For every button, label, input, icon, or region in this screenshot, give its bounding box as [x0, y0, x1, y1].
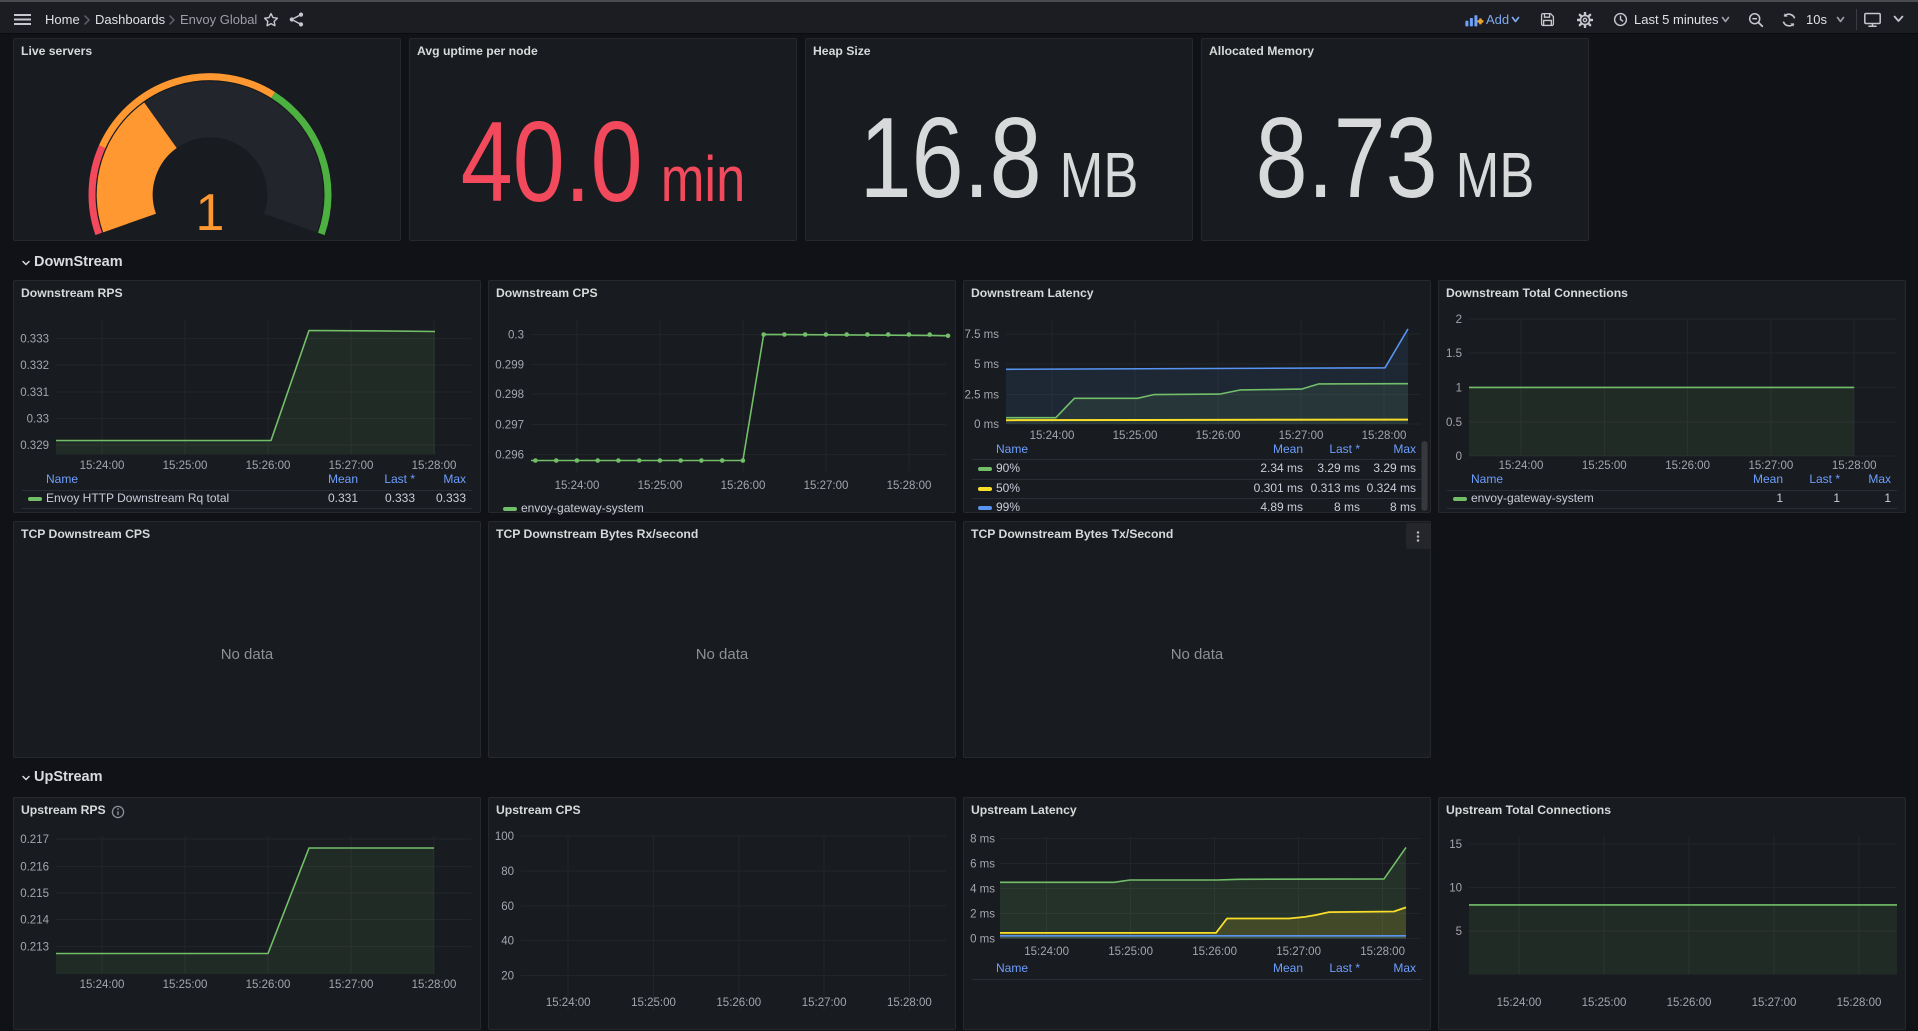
- svg-text:0.296: 0.296: [495, 449, 524, 461]
- svg-text:15:24:00: 15:24:00: [1499, 460, 1544, 472]
- svg-text:0.215: 0.215: [20, 888, 49, 900]
- svg-text:40: 40: [501, 936, 514, 948]
- svg-text:15:24:00: 15:24:00: [1497, 997, 1542, 1009]
- svg-text:6 ms: 6 ms: [970, 859, 995, 871]
- svg-text:0.217: 0.217: [20, 834, 49, 846]
- svg-text:2.5 ms: 2.5 ms: [964, 390, 999, 402]
- svg-text:15:26:00: 15:26:00: [716, 997, 761, 1009]
- svg-text:0.297: 0.297: [495, 419, 524, 431]
- svg-text:15:28:00: 15:28:00: [1362, 430, 1407, 442]
- svg-text:15:28:00: 15:28:00: [887, 480, 932, 492]
- svg-text:2 ms: 2 ms: [970, 909, 995, 921]
- svg-text:15:28:00: 15:28:00: [1837, 997, 1882, 1009]
- svg-text:10: 10: [1449, 883, 1462, 895]
- svg-text:0.3: 0.3: [508, 330, 524, 342]
- svg-text:15:26:00: 15:26:00: [1192, 946, 1237, 958]
- svg-text:5: 5: [1456, 926, 1462, 938]
- svg-text:15:28:00: 15:28:00: [1832, 460, 1877, 472]
- svg-text:80: 80: [501, 866, 514, 878]
- svg-text:15:28:00: 15:28:00: [412, 979, 457, 991]
- svg-text:15:24:00: 15:24:00: [555, 480, 600, 492]
- svg-text:1: 1: [1456, 382, 1462, 394]
- svg-text:1: 1: [196, 184, 225, 242]
- svg-text:15:25:00: 15:25:00: [1582, 997, 1627, 1009]
- svg-text:15:27:00: 15:27:00: [329, 460, 374, 472]
- svg-text:15:25:00: 15:25:00: [1113, 430, 1158, 442]
- svg-text:15:26:00: 15:26:00: [1196, 430, 1241, 442]
- svg-text:15:24:00: 15:24:00: [1030, 430, 1075, 442]
- svg-text:15:27:00: 15:27:00: [1752, 997, 1797, 1009]
- svg-text:15: 15: [1449, 839, 1462, 851]
- svg-text:15:28:00: 15:28:00: [1360, 946, 1405, 958]
- svg-text:0.5: 0.5: [1446, 417, 1462, 429]
- svg-text:60: 60: [501, 901, 514, 913]
- svg-text:15:24:00: 15:24:00: [80, 979, 125, 991]
- svg-text:15:27:00: 15:27:00: [329, 979, 374, 991]
- svg-text:15:24:00: 15:24:00: [1024, 946, 1069, 958]
- svg-text:0: 0: [1456, 451, 1462, 463]
- svg-text:15:28:00: 15:28:00: [412, 460, 457, 472]
- svg-text:15:27:00: 15:27:00: [1279, 430, 1324, 442]
- svg-text:0.216: 0.216: [20, 861, 49, 873]
- svg-text:15:25:00: 15:25:00: [1108, 946, 1153, 958]
- svg-text:15:27:00: 15:27:00: [802, 997, 847, 1009]
- svg-text:7.5 ms: 7.5 ms: [964, 329, 999, 341]
- svg-text:15:27:00: 15:27:00: [1749, 460, 1794, 472]
- svg-text:15:26:00: 15:26:00: [246, 460, 291, 472]
- svg-text:15:25:00: 15:25:00: [163, 460, 208, 472]
- svg-text:0.214: 0.214: [20, 915, 49, 927]
- svg-text:15:25:00: 15:25:00: [631, 997, 676, 1009]
- svg-text:15:24:00: 15:24:00: [80, 460, 125, 472]
- svg-text:15:27:00: 15:27:00: [1276, 946, 1321, 958]
- svg-text:0.329: 0.329: [20, 440, 49, 452]
- svg-text:0.333: 0.333: [20, 334, 49, 346]
- svg-text:15:26:00: 15:26:00: [246, 979, 291, 991]
- svg-text:0 ms: 0 ms: [970, 934, 995, 946]
- svg-text:15:28:00: 15:28:00: [887, 997, 932, 1009]
- svg-text:1.5: 1.5: [1446, 348, 1462, 360]
- svg-text:15:25:00: 15:25:00: [1582, 460, 1627, 472]
- svg-text:15:26:00: 15:26:00: [721, 480, 766, 492]
- svg-text:4 ms: 4 ms: [970, 884, 995, 896]
- svg-text:0 ms: 0 ms: [974, 419, 999, 431]
- svg-text:0.332: 0.332: [20, 360, 49, 372]
- svg-text:2: 2: [1456, 314, 1462, 326]
- svg-text:0.299: 0.299: [495, 359, 524, 371]
- svg-text:15:25:00: 15:25:00: [638, 480, 683, 492]
- svg-text:100: 100: [495, 831, 514, 843]
- svg-text:20: 20: [501, 971, 514, 983]
- svg-text:8 ms: 8 ms: [970, 834, 995, 846]
- svg-text:15:26:00: 15:26:00: [1667, 997, 1712, 1009]
- svg-text:5 ms: 5 ms: [974, 359, 999, 371]
- svg-text:0.213: 0.213: [20, 941, 49, 953]
- svg-text:0.331: 0.331: [20, 387, 49, 399]
- svg-text:0.33: 0.33: [27, 414, 49, 426]
- svg-text:15:26:00: 15:26:00: [1665, 460, 1710, 472]
- svg-text:15:27:00: 15:27:00: [804, 480, 849, 492]
- svg-text:0.298: 0.298: [495, 389, 524, 401]
- svg-text:15:25:00: 15:25:00: [163, 979, 208, 991]
- svg-text:15:24:00: 15:24:00: [546, 997, 591, 1009]
